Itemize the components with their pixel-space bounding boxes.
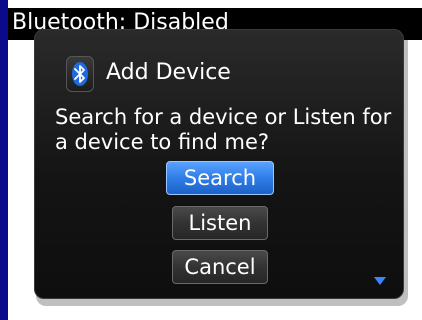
screen-background: Bluetooth: Disabled Add Device Search fo… — [0, 0, 422, 320]
listen-button[interactable]: Listen — [172, 206, 268, 240]
screen-left-edge — [0, 0, 8, 320]
add-device-dialog: Add Device Search for a device or Listen… — [34, 29, 404, 299]
dialog-title: Add Device — [106, 60, 231, 85]
cancel-button[interactable]: Cancel — [172, 250, 268, 284]
scroll-down-arrow-icon[interactable] — [373, 275, 387, 287]
search-button[interactable]: Search — [166, 161, 274, 195]
dialog-message: Search for a device or Listen for a devi… — [55, 105, 392, 154]
bluetooth-icon — [66, 56, 94, 92]
